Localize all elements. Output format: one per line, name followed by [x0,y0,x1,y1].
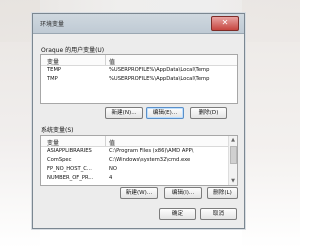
system-variable-value: C:\Windows\system32\cmd.exe [109,157,191,163]
environment-variables-dialog: 环境变量 ✕ Oraque 的用户变量(U) 变量 值 TEMP %USERPR… [32,13,245,229]
system-variable-row[interactable]: NUMBER_OF_PR... 4 [41,174,237,183]
system-new-button[interactable]: 新建(W)... [120,187,158,199]
system-variables-scrollbar[interactable]: ▲ ▼ [228,136,237,185]
user-variable-name: TEMP [47,67,62,73]
system-variable-name: ASIAPPLIBRARIES [47,148,92,154]
cancel-button[interactable]: 取消 [200,208,237,220]
user-variables-list[interactable]: 变量 值 TEMP %USERPROFILE%\AppData\Local\Te… [40,54,238,104]
column-separator [105,55,106,65]
system-variable-name: FP_NO_HOST_C... [47,166,92,172]
user-value-column-header[interactable]: 值 [109,57,115,66]
user-variable-value: %USERPROFILE%\AppData\Local\Temp [109,67,210,73]
scroll-down-arrow[interactable]: ▼ [229,177,237,185]
system-variable-value: C:\Program Files (x86)\AMD APP\ [109,148,194,154]
screen: 环境变量 ✕ Oraque 的用户变量(U) 变量 值 TEMP %USERPR… [0,0,300,248]
close-icon: ✕ [221,18,229,27]
scroll-up-arrow[interactable]: ▲ [229,136,237,144]
user-variables-header: 变量 值 [41,55,237,66]
user-edit-button[interactable]: 编辑(E)... [146,107,184,119]
system-variables-header: 变量 值 [41,136,237,147]
system-value-column-header[interactable]: 值 [109,138,115,147]
system-variable-name: NUMBER_OF_PR... [47,175,94,181]
system-variables-label: 系统变量(S) [41,127,74,134]
system-variable-row[interactable]: ASIAPPLIBRARIES C:\Program Files (x86)\A… [41,147,237,156]
background-right-wash [242,0,300,248]
system-variable-name: ComSpec [47,157,72,163]
system-variable-value: 4 [109,175,113,181]
user-variable-row[interactable]: TMP %USERPROFILE%\AppData\Local\Temp [41,75,237,84]
user-variable-value: %USERPROFILE%\AppData\Local\Temp [109,76,210,82]
system-variable-row[interactable]: FP_NO_HOST_C... NO [41,165,237,174]
user-variable-column-header[interactable]: 变量 [47,57,59,66]
system-variable-value: NO [109,166,117,172]
window-title: 环境变量 [40,21,65,28]
system-variable-column-header[interactable]: 变量 [47,138,59,147]
system-edit-button[interactable]: 编辑(I)... [164,187,202,199]
system-variables-list[interactable]: 变量 值 ASIAPPLIBRARIES C:\Program Files (x… [40,135,238,186]
ok-button[interactable]: 确定 [159,208,196,220]
system-variable-row[interactable]: ComSpec C:\Windows\system32\cmd.exe [41,156,237,165]
user-new-button[interactable]: 新建(N)... [105,107,143,119]
scroll-thumb[interactable] [230,146,237,164]
column-separator [105,136,106,146]
user-variables-label: Oraque 的用户变量(U) [41,47,105,54]
user-delete-button[interactable]: 删除(D) [190,107,227,119]
user-variable-row[interactable]: TEMP %USERPROFILE%\AppData\Local\Temp [41,66,237,75]
title-bar: 环境变量 ✕ [33,14,244,34]
user-variable-name: TMP [47,76,58,82]
system-delete-button[interactable]: 删除(L) [207,187,238,199]
close-button[interactable]: ✕ [211,16,239,31]
